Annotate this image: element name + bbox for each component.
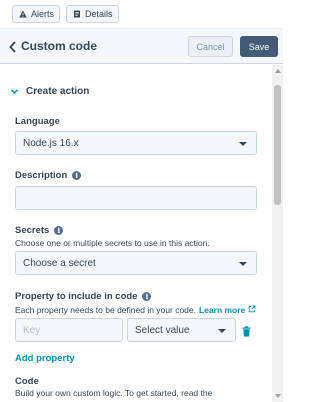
caret-down-icon [239,142,247,146]
secrets-label: Secrets i [15,225,64,236]
info-icon[interactable]: i [72,171,82,180]
info-icon[interactable]: i [54,226,64,235]
scroll-up-arrow-icon[interactable] [275,69,281,73]
learn-more-link[interactable]: Learn more [199,305,245,315]
secrets-help: Choose one or multiple secrets to use in… [15,238,210,248]
top-tabs: Alerts Details [0,0,283,28]
description-label-text: Description [15,170,68,181]
panel-header: Custom code Cancel Save [0,28,283,64]
secrets-label-text: Secrets [15,225,50,236]
secrets-placeholder: Choose a secret [23,257,96,269]
property-label-text: Property to include in code [15,291,138,302]
property-help-text: Each property needs to be defined in you… [15,305,196,315]
property-label: Property to include in code i [15,291,152,302]
language-label: Language [15,116,60,127]
description-label: Description i [15,170,82,181]
warning-icon [19,10,27,18]
language-value: Node.js 16.x [23,137,79,149]
code-help: Build your own custom logic. To get star… [15,388,213,398]
caret-down-icon [218,329,226,333]
save-button[interactable]: Save [240,36,278,57]
info-icon[interactable]: i [142,292,152,301]
code-label: Code [15,376,39,387]
description-input[interactable] [15,186,257,210]
cancel-button[interactable]: Cancel [188,36,233,57]
details-tab[interactable]: Details [66,5,119,23]
secrets-help-text: Choose one or multiple secrets to use in… [15,238,210,248]
language-select[interactable]: Node.js 16.x [15,131,257,155]
add-property-link[interactable]: Add property [15,353,75,364]
panel-title: Custom code [21,39,98,53]
property-help: Each property needs to be defined in you… [15,305,256,315]
language-label-text: Language [15,116,60,127]
scrollbar-thumb[interactable] [274,85,281,205]
create-action-section[interactable]: Create action [10,86,90,97]
caret-down-icon [239,262,247,266]
value-placeholder: Select value [135,324,190,336]
property-value-select[interactable]: Select value [127,318,236,342]
key-placeholder: Key [23,324,41,336]
external-link-icon [248,305,256,315]
secrets-select[interactable]: Choose a secret [15,251,257,275]
alerts-tab[interactable]: Alerts [12,5,60,23]
scrollbar[interactable] [272,65,283,402]
details-tab-label: Details [85,9,113,19]
alerts-tab-label: Alerts [31,9,55,19]
property-key-input[interactable]: Key [15,318,123,342]
doc-icon [73,10,81,18]
section-title: Create action [26,86,90,97]
scroll-down-arrow-icon[interactable] [275,394,281,398]
back-chevron-icon[interactable] [8,40,18,54]
trash-icon[interactable] [242,324,251,342]
chevron-down-icon [10,86,19,97]
